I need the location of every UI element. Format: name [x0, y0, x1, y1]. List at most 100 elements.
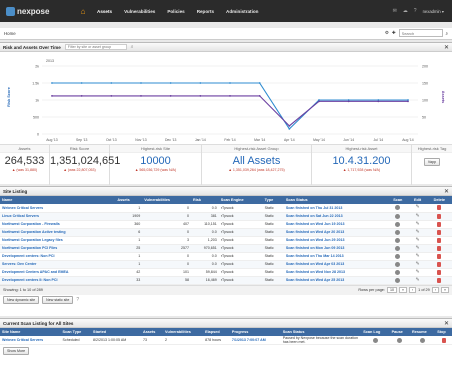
delete-icon[interactable]: [437, 229, 442, 235]
help-icon[interactable]: ?: [76, 297, 79, 303]
delete-icon[interactable]: [437, 205, 442, 211]
scan-icon[interactable]: [395, 277, 401, 283]
column-header[interactable]: Risk: [191, 196, 219, 204]
column-header[interactable]: Scan Log: [361, 328, 390, 336]
column-header[interactable]: Scan Type: [60, 328, 92, 336]
edit-icon[interactable]: ✎: [415, 205, 420, 210]
nav-assets[interactable]: Assets: [91, 9, 118, 14]
column-header[interactable]: Assets: [115, 196, 143, 204]
scan-icon[interactable]: [395, 253, 401, 259]
scan-icon[interactable]: [395, 261, 401, 267]
table-cell[interactable]: Scan finished on Wed Nov 28 2013: [283, 268, 388, 277]
table-cell[interactable]: Webnex Critical Servers: [0, 204, 116, 213]
edit-icon[interactable]: ✎: [415, 237, 420, 243]
table-cell[interactable]: Scan finished on Mon Jun 09 2013: [283, 244, 388, 253]
stat-value[interactable]: 10000: [110, 155, 201, 167]
close-icon[interactable]: ✕: [444, 44, 449, 51]
table-cell[interactable]: Scan finished on Thu Jul 31 2013: [283, 204, 388, 213]
column-header[interactable]: Scan Status: [283, 196, 388, 204]
delete-icon[interactable]: [437, 253, 442, 259]
gear-icon[interactable]: ⚙: [385, 30, 389, 36]
prev-page-button[interactable]: ‹: [408, 287, 417, 293]
nexpose-logo[interactable]: nexpose: [6, 5, 52, 17]
column-header[interactable]: Assets: [140, 328, 164, 336]
first-page-button[interactable]: «: [398, 287, 407, 293]
table-cell[interactable]: Scan finished on Wed Jun 29 2013: [283, 236, 388, 245]
delete-icon[interactable]: [437, 213, 442, 219]
table-cell[interactable]: Servers: Dev Center: [0, 260, 116, 269]
stop-icon[interactable]: [441, 337, 446, 343]
edit-icon[interactable]: ✎: [415, 253, 420, 259]
column-header[interactable]: Type: [262, 196, 284, 204]
column-header[interactable]: Scan Engine: [218, 196, 263, 204]
delete-icon[interactable]: [437, 269, 442, 275]
search-input[interactable]: [398, 29, 443, 37]
column-header[interactable]: Vulnerabilities: [163, 328, 204, 336]
scan-log-icon[interactable]: [372, 337, 378, 343]
column-header[interactable]: Vulnerabilities: [142, 196, 191, 204]
table-cell[interactable]: Scan finished on Wed Jun 19 2013: [283, 220, 388, 229]
rows-per-page-select[interactable]: 10: [386, 287, 397, 293]
table-cell[interactable]: Northwest Corporation Legacy files: [0, 236, 116, 245]
scan-icon[interactable]: [395, 221, 401, 227]
close-icon[interactable]: ✕: [444, 320, 449, 327]
table-cell[interactable]: Scan finished on Wed Apr 03 2013: [283, 260, 388, 269]
table-cell[interactable]: Scan finished on Sat Jun 22 2013: [283, 212, 388, 221]
column-header[interactable]: Scan: [387, 196, 409, 204]
scan-icon[interactable]: [395, 245, 401, 251]
home-icon[interactable]: ⌂: [75, 0, 91, 22]
edit-icon[interactable]: ✎: [415, 277, 420, 283]
edit-icon[interactable]: ✎: [415, 245, 420, 251]
column-header[interactable]: Stop: [435, 328, 452, 336]
scan-icon[interactable]: [395, 237, 401, 243]
column-header[interactable]: Edit: [408, 196, 427, 204]
close-icon[interactable]: ✕: [444, 188, 449, 195]
new-dynamic-site-button[interactable]: New dynamic site: [3, 296, 40, 304]
delete-icon[interactable]: [437, 237, 442, 243]
delete-icon[interactable]: [437, 277, 442, 283]
column-header[interactable]: Elapsed: [203, 328, 230, 336]
table-cell[interactable]: 7/1/2013 7:00:07 AM: [229, 336, 281, 345]
table-cell[interactable]: Northwest Corporation - Firewalls: [0, 220, 116, 229]
help-icon[interactable]: ?: [414, 8, 417, 14]
nav-policies[interactable]: Policies: [161, 9, 190, 14]
table-cell[interactable]: Webnex Critical Servers: [0, 336, 61, 345]
news-icon[interactable]: ✉: [393, 8, 397, 14]
search-icon[interactable]: ⌕: [131, 44, 134, 50]
pause-icon[interactable]: [397, 337, 403, 343]
resume-icon[interactable]: [420, 337, 426, 343]
table-cell[interactable]: Scan finished on Wed Apr 25 2013: [283, 276, 388, 285]
community-icon[interactable]: ☁: [403, 8, 408, 14]
stat-value[interactable]: All Assets: [202, 155, 311, 167]
table-cell[interactable]: Linux Critical Servers: [0, 212, 116, 221]
search-icon[interactable]: ⌕: [446, 31, 448, 36]
scan-icon[interactable]: [395, 205, 401, 211]
table-cell[interactable]: Development Centers APAC and EMEA: [0, 268, 116, 277]
column-header[interactable]: Resume: [410, 328, 436, 336]
stat-value[interactable]: 10.4.31.200: [312, 155, 411, 167]
show-more-button[interactable]: Show More: [3, 346, 30, 355]
delete-icon[interactable]: [437, 261, 442, 267]
column-header[interactable]: Started: [91, 328, 141, 336]
edit-icon[interactable]: ✎: [415, 229, 420, 235]
column-header[interactable]: Delete: [426, 196, 452, 204]
edit-icon[interactable]: ✎: [415, 269, 420, 275]
create-icon[interactable]: ✚: [392, 30, 396, 36]
next-page-button[interactable]: ›: [431, 287, 439, 293]
tag-button[interactable]: Vapp: [423, 158, 441, 166]
new-static-site-button[interactable]: New static site: [42, 296, 74, 304]
nav-reports[interactable]: Reports: [191, 9, 220, 14]
scan-icon[interactable]: [395, 269, 401, 275]
nav-administration[interactable]: Administration: [220, 9, 264, 14]
table-cell[interactable]: Scan finished on Wed Apr 20 2013: [283, 228, 388, 237]
edit-icon[interactable]: ✎: [415, 221, 420, 227]
column-header[interactable]: Pause: [389, 328, 410, 336]
filter-input[interactable]: [64, 44, 127, 50]
column-header[interactable]: Progress: [229, 328, 281, 336]
scan-icon[interactable]: [395, 229, 401, 235]
table-cell[interactable]: Scan finished on Thu Mar 14 2013: [283, 252, 388, 261]
column-header[interactable]: Name: [0, 196, 116, 204]
table-cell[interactable]: Development centers: Non PCI: [0, 252, 116, 261]
delete-icon[interactable]: [437, 221, 442, 227]
delete-icon[interactable]: [437, 245, 442, 251]
